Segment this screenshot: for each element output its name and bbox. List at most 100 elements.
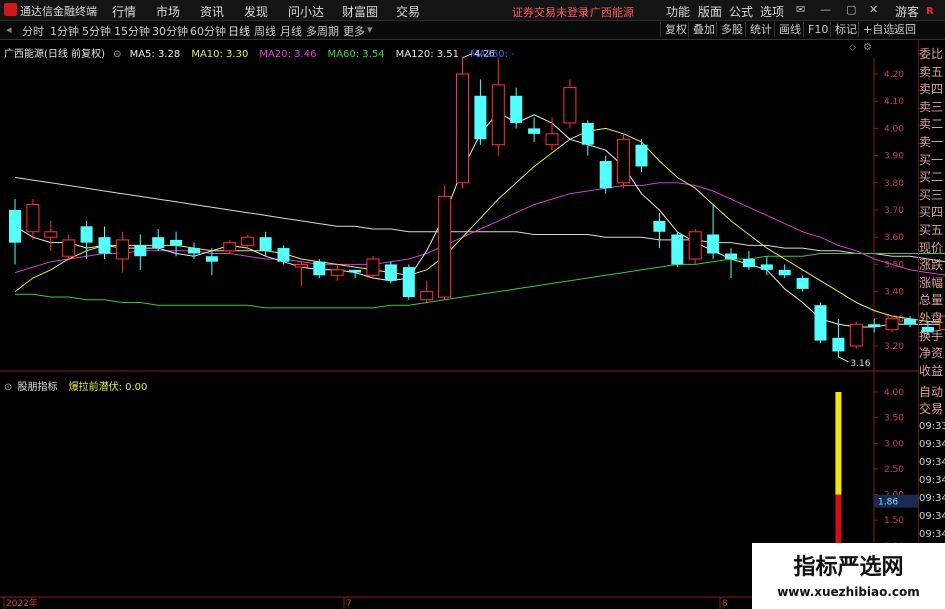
price-tick-label-0: 4.20 [884,70,904,80]
candle-body-38 [688,231,702,260]
sub-tick-label-5: 1.50 [884,516,904,526]
sub-bar-yellow [835,392,842,495]
sub-indicator-value: 爆拉前潜伏: 0.00 [68,382,148,393]
auto-trade-line1: 自动 [919,385,944,399]
kline-chart[interactable]: 4.204.104.003.903.803.703.603.503.403.30… [0,0,945,609]
side-field-12: 涨跌 [919,258,944,273]
candle-body-31 [563,87,577,124]
candle-body-11 [205,256,218,262]
side-field-3: 卖三 [919,99,944,114]
candle-body-39 [707,234,720,254]
candle-body-1 [26,204,40,233]
candle-body-35 [635,144,648,167]
price-tick-label-5: 3.70 [884,206,904,216]
candle-body-27 [491,84,505,146]
low-marker-line [838,356,849,363]
candle-body-30 [545,133,559,146]
candle-body-15 [277,248,290,262]
watermark-url: www.xuezhibiao.com [777,585,920,599]
side-field-4: 卖二 [919,117,944,132]
side-field-14: 总量 [919,293,944,308]
side-field-5: 卖一 [919,134,944,149]
date-label-1: 7 [346,599,352,609]
candle-body-25 [456,73,469,184]
sub-tick-label-2: 3.00 [884,439,904,449]
tick-time-3: 09:34 [919,475,945,486]
low-annotation: 3.16 [850,359,870,369]
quote-field-list: 委比 卖五 卖四 卖三 卖二 卖一 买一 买二 买三 买四 买五 现价 涨跌 涨幅 总量 外盘 换手 净资 收益 [919,46,945,380]
side-field-6: 买一 [919,152,944,167]
candle-body-18 [330,269,344,276]
candle-body-10 [188,248,200,254]
candle-body-20 [366,258,380,276]
candle-body-12 [223,242,237,252]
candle-body-37 [671,234,684,265]
candle-body-7 [134,245,147,257]
candle-body-32 [581,122,594,145]
candle-body-47 [849,323,863,347]
auto-trade-label[interactable]: 自动 交易 [919,384,945,418]
tick-time-6: 09:34 [919,529,945,540]
candle-body-9 [170,239,183,246]
side-field-0: 委比 [919,47,944,61]
side-field-10: 买五 [919,222,944,237]
side-field-1: 卖五 [919,64,944,79]
candle-body-50 [904,318,916,325]
candle-body-14 [259,237,272,251]
price-tick-label-3: 3.90 [884,152,904,162]
candle-body-22 [402,267,415,298]
side-field-13: 涨幅 [919,275,944,290]
price-tick-label-10: 3.20 [884,342,904,352]
tick-time-2: 09:34 [919,457,945,468]
date-label-2: 8 [722,599,728,609]
account-badge: R [926,6,934,17]
candle-body-19 [349,269,362,273]
side-field-7: 买二 [919,170,944,185]
side-field-15: 外盘 [919,310,944,325]
candle-body-17 [313,261,326,276]
ma10-line [14,127,945,322]
candle-body-16 [294,263,308,268]
candle-body-45 [814,305,827,341]
candle-body-36 [653,220,666,232]
sub-legend-toggle-icon[interactable]: ⊙ [4,382,12,393]
side-field-16: 换手 [919,328,944,343]
candle-body-6 [115,239,129,260]
candle-body-26 [474,95,487,140]
price-tick-label-2: 4.00 [884,124,904,134]
candle-body-4 [80,226,93,243]
high-marker-line [462,53,473,59]
auto-trade-line2: 交易 [919,402,944,416]
ma20-line [14,182,945,276]
candle-body-44 [796,278,809,289]
candle-body-40 [725,253,737,259]
sub-tick-label-0: 4.00 [884,388,904,398]
candle-body-48 [868,324,881,327]
side-field-18: 收益 [919,363,944,378]
tick-time-4: 09:34 [919,493,945,504]
side-field-2: 卖四 [919,82,944,97]
candle-body-43 [778,269,791,276]
candle-body-42 [760,264,773,270]
candle-body-0 [9,210,21,243]
tick-time-5: 09:34 [919,511,945,522]
candle-body-28 [510,95,523,123]
high-annotation: 4.26 [475,50,495,60]
date-label-0: 2022年 [6,597,38,609]
tick-time-0: 09:33 [919,421,945,432]
candle-body-33 [599,161,612,189]
candle-body-5 [98,237,111,254]
candle-body-21 [384,264,397,281]
candle-body-46 [832,337,845,352]
side-field-9: 买四 [919,205,944,220]
candle-body-23 [420,291,434,301]
candle-body-41 [742,258,755,268]
watermark-title: 指标严选网 [793,555,904,580]
side-field-17: 净资 [919,346,944,361]
price-tick-label-6: 3.60 [884,233,904,243]
side-field-8: 买三 [919,187,944,202]
tick-time-1: 09:34 [919,439,945,450]
candle-body-2 [44,231,58,238]
sub-chart-legend: ⊙ 股朋指标 爆拉前潜伏: 0.00 [4,375,147,394]
candle-body-24 [438,195,452,298]
